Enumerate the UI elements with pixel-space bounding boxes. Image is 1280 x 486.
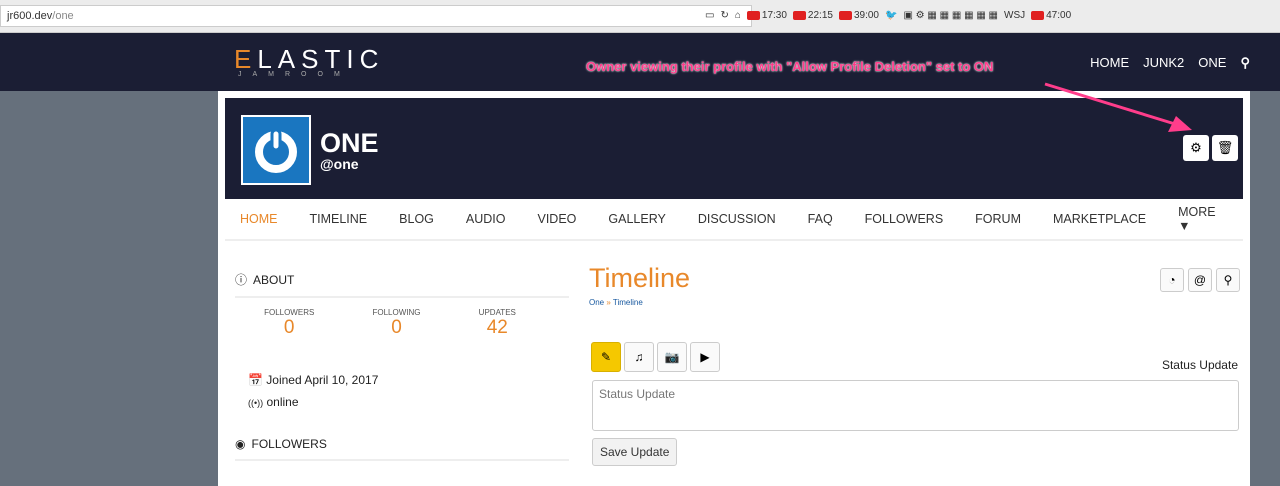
mention-icon[interactable]: @ — [1188, 268, 1212, 292]
main-nav: HOME JUNK2 ONE ⚲ — [1090, 55, 1250, 71]
profile-info: 📅 Joined April 10, 2017 ((•)) online — [248, 369, 378, 414]
tab-followers[interactable]: FOLLOWERS — [865, 212, 944, 226]
update-type-toolbar: ✎ ♫ 📷 ▶ — [591, 342, 720, 372]
profile-name: ONE — [320, 128, 379, 158]
tab-video[interactable]: VIDEO — [538, 212, 577, 226]
profile-tabs: HOME TIMELINE BLOG AUDIO VIDEO GALLERY D… — [225, 199, 1243, 241]
camera-icon[interactable]: 📷 — [657, 342, 687, 372]
bookmark-wsj[interactable]: WSJ — [1004, 10, 1025, 21]
profile-banner: ONE @one ⚙ 🗑 — [225, 98, 1243, 199]
tab-home[interactable]: HOME — [240, 212, 278, 226]
followers-title: FOLLOWERS — [251, 437, 327, 451]
stat-followers[interactable]: FOLLOWERS 0 — [264, 308, 314, 339]
info-icon: ⓘ — [235, 273, 248, 287]
bookmark[interactable]: 17:30 — [746, 10, 787, 21]
site-logo[interactable]: ELASTIC JAMROOM — [234, 44, 384, 78]
nav-junk2[interactable]: JUNK2 — [1143, 55, 1184, 71]
page-content: ONE @one ⚙ 🗑 HOME TIMELINE BLOG AUDIO VI… — [218, 91, 1250, 486]
pencil-icon[interactable]: ✎ — [591, 342, 621, 372]
url-path: /one — [52, 10, 74, 22]
search-icon[interactable]: ⚲ — [1216, 268, 1240, 292]
tab-more[interactable]: MORE ▼ — [1178, 205, 1226, 233]
bookmark[interactable]: 39:00 — [838, 10, 879, 21]
url-host: jr600.dev — [7, 10, 53, 22]
tab-faq[interactable]: FAQ — [808, 212, 833, 226]
update-mode-label: Status Update — [1161, 358, 1238, 372]
reload-icon[interactable]: ↻ — [720, 10, 728, 21]
settings-button[interactable]: ⚙ — [1183, 135, 1209, 161]
about-section: ⓘ ABOUT FOLLOWERS 0 FOLLOWING 0 UPDATES 42 — [235, 271, 569, 339]
tab-forum[interactable]: FORUM — [975, 212, 1021, 226]
page-title: Timeline — [589, 263, 691, 293]
annotation-text: Owner viewing their profile with "Allow … — [586, 59, 994, 74]
followers-section: ◉ FOLLOWERS — [235, 437, 569, 461]
rss-icon[interactable]: ◔ — [1160, 268, 1184, 292]
stat-following[interactable]: FOLLOWING 0 — [372, 308, 420, 339]
breadcrumb-one[interactable]: One — [589, 298, 604, 307]
about-title: ABOUT — [253, 272, 295, 287]
followers-icon: ◉ — [235, 437, 246, 451]
reader-icon[interactable]: ▭ — [705, 10, 714, 21]
broadcast-icon: ((•)) — [248, 398, 264, 408]
profile-handle: @one — [320, 156, 359, 172]
breadcrumb-timeline[interactable]: Timeline — [613, 298, 643, 307]
delete-profile-button[interactable]: 🗑 — [1212, 135, 1238, 161]
bookmark[interactable]: 22:15 — [792, 10, 833, 21]
avatar[interactable] — [241, 115, 311, 185]
breadcrumb: One » Timeline — [589, 298, 643, 307]
nav-home[interactable]: HOME — [1090, 55, 1129, 71]
nav-one[interactable]: ONE — [1198, 55, 1226, 71]
home-icon[interactable]: ⌂ — [735, 10, 741, 21]
joined-date: Joined April 10, 2017 — [266, 373, 379, 387]
status-update-input[interactable]: Status Update — [592, 380, 1239, 431]
gear-icon: ⚙ — [1190, 140, 1202, 155]
tab-discussion[interactable]: DISCUSSION — [698, 212, 776, 226]
bookmark-icon[interactable]: ▣ ⚙ ▦ ▦ ▦ ▦ ▦ ▦ — [903, 10, 998, 21]
tab-blog[interactable]: BLOG — [399, 212, 434, 226]
twitter-icon[interactable]: 🐦 — [885, 10, 897, 21]
power-icon — [255, 128, 297, 173]
play-icon[interactable]: ▶ — [690, 342, 720, 372]
tab-audio[interactable]: AUDIO — [466, 212, 506, 226]
url-bar[interactable]: jr600.dev/one — [0, 5, 752, 27]
trash-icon: 🗑 — [1216, 140, 1234, 155]
stat-updates[interactable]: UPDATES 42 — [479, 308, 516, 339]
music-icon[interactable]: ♫ — [624, 342, 654, 372]
tab-timeline[interactable]: TIMELINE — [310, 212, 368, 226]
calendar-icon: 📅 — [248, 373, 263, 387]
save-update-button[interactable]: Save Update — [592, 438, 678, 466]
browser-toolbar: jr600.dev/one ▭ ↻ ⌂ 17:30 22:15 39:00 🐦 ▣ … — [0, 0, 1280, 33]
online-status: online — [266, 395, 299, 409]
search-icon[interactable]: ⚲ — [1240, 55, 1250, 71]
bookmarks-bar: ▭ ↻ ⌂ 17:30 22:15 39:00 🐦 ▣ ⚙ ▦ ▦ ▦ ▦ ▦ ▦ … — [705, 10, 1071, 21]
tab-gallery[interactable]: GALLERY — [608, 212, 665, 226]
bookmark[interactable]: 47:00 — [1031, 10, 1071, 21]
timeline-actions: ◔ @ ⚲ — [1160, 268, 1240, 292]
tab-marketplace[interactable]: MARKETPLACE — [1053, 212, 1146, 226]
